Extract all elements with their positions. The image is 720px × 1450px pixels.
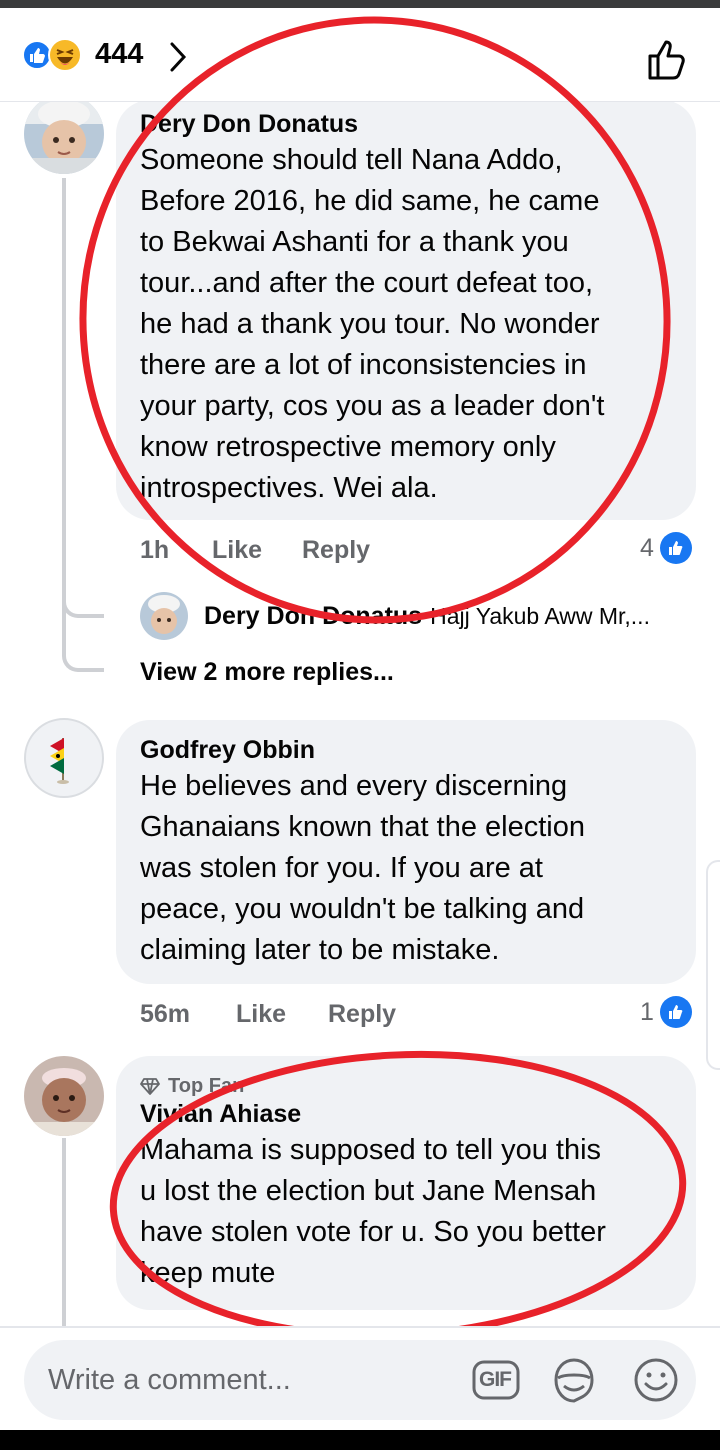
diamond-icon	[140, 1078, 160, 1095]
comment-author[interactable]: Vivian Ahiase	[140, 1098, 672, 1130]
avatar[interactable]	[24, 1056, 104, 1136]
sticker-icon[interactable]	[548, 1354, 600, 1406]
reply-button[interactable]: Reply	[302, 536, 370, 565]
comment-reaction-count[interactable]: 1	[640, 996, 692, 1028]
comment-actions: 56m Like Reply	[140, 1000, 396, 1029]
reaction-count[interactable]: 444	[95, 38, 143, 71]
view-more-replies-link[interactable]: View 2 more replies...	[140, 658, 394, 687]
emoji-icon[interactable]	[630, 1354, 682, 1406]
thread-line	[62, 1138, 66, 1326]
chevron-right-icon[interactable]	[166, 40, 190, 74]
top-fan-badge: Top Fan	[140, 1074, 672, 1098]
haha-icon	[48, 38, 82, 72]
comment-time: 56m	[140, 1000, 191, 1028]
reply-author[interactable]: Dery Don Donatus	[204, 602, 422, 631]
reaction-summary[interactable]	[22, 38, 92, 72]
like-button[interactable]: Like	[236, 1000, 328, 1029]
comment-text: He believes and every discerning Ghanaia…	[140, 770, 585, 966]
thread-connector	[62, 612, 104, 672]
avatar[interactable]	[24, 718, 104, 798]
gif-button[interactable]: GIF	[470, 1354, 522, 1406]
thumbs-up-outline-icon[interactable]	[640, 34, 692, 86]
comment-bubble[interactable]: Dery Don Donatus Someone should tell Nan…	[116, 102, 696, 520]
reply-preview[interactable]: Dery Don Donatus Hajj Yakub Aww Mr,...	[140, 592, 650, 640]
comment-input[interactable]	[48, 1362, 468, 1398]
comment-reaction-count[interactable]: 4	[640, 532, 692, 564]
avatar[interactable]	[24, 102, 104, 174]
gif-label: GIF	[479, 1368, 512, 1391]
system-nav-bar	[0, 1430, 720, 1450]
comment-composer: GIF	[0, 1326, 720, 1430]
comment-text: Mahama is supposed to tell you this u lo…	[140, 1134, 606, 1289]
like-icon	[659, 532, 692, 564]
comment-bubble[interactable]: Top Fan Vivian Ahiase Mahama is supposed…	[116, 1056, 696, 1310]
comment-text: Someone should tell Nana Addo, Before 20…	[140, 144, 605, 504]
like-icon	[659, 996, 692, 1028]
comment-actions: 1h Like Reply	[140, 536, 370, 565]
composer-field[interactable]: GIF	[24, 1340, 696, 1420]
like-button[interactable]: Like	[212, 536, 302, 565]
reply-snippet: Hajj Yakub Aww Mr,...	[430, 602, 650, 629]
status-bar-edge	[0, 0, 720, 8]
reply-button[interactable]: Reply	[328, 1000, 396, 1029]
thread-line	[62, 178, 66, 618]
scroll-handle[interactable]	[706, 860, 720, 1070]
comment-list[interactable]: Dery Don Donatus Someone should tell Nan…	[0, 102, 720, 1326]
comment-time: 1h	[140, 536, 170, 564]
comment-author[interactable]: Godfrey Obbin	[140, 734, 672, 766]
comment-bubble[interactable]: Godfrey Obbin He believes and every disc…	[116, 720, 696, 984]
reactions-header: 444	[0, 8, 720, 102]
comment-author[interactable]: Dery Don Donatus	[140, 108, 672, 140]
